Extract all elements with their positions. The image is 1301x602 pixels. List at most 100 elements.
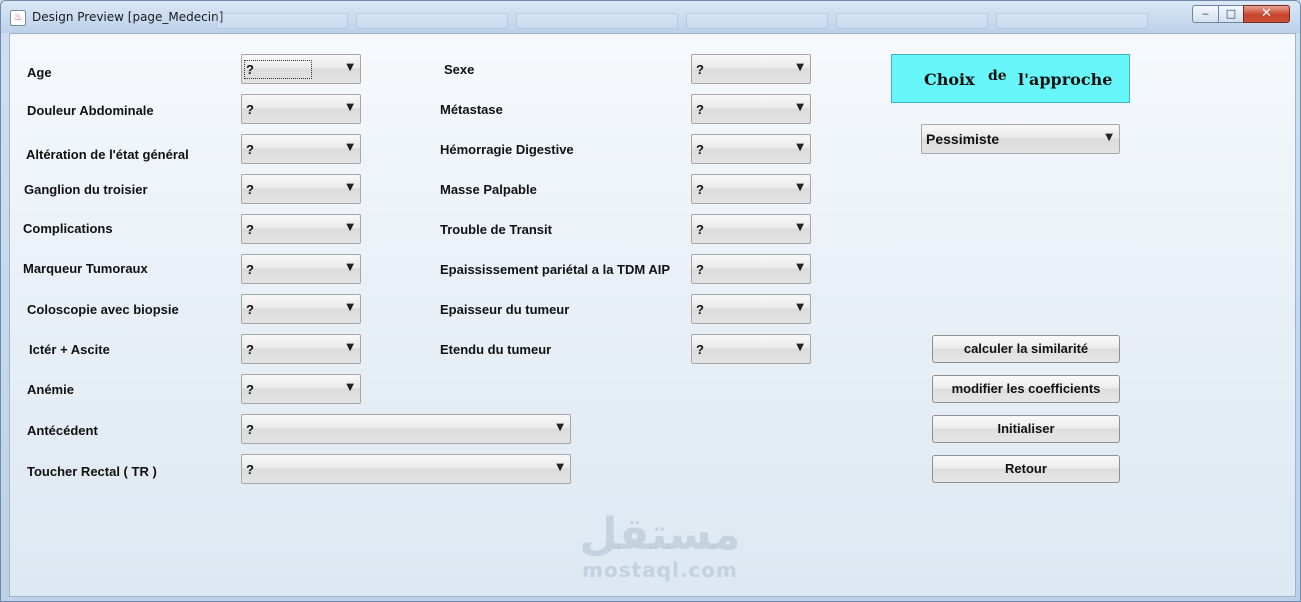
dropdown-arrow-icon: ▼ [796,62,804,73]
dropdown-arrow-icon: ▼ [346,222,354,233]
anemie-select[interactable]: ? ▼ [241,374,361,404]
back-button[interactable]: Retour [932,455,1120,483]
label-alteration-etat-general: Altération de l'état général [26,147,189,162]
label-hemorragie-digestive: Hémorragie Digestive [440,142,574,157]
ganglion-troisier-value: ? [246,182,254,197]
dropdown-arrow-icon: ▼ [556,462,564,473]
coloscopie-biopsie-select[interactable]: ? ▼ [241,294,361,324]
approach-select-value: Pessimiste [926,131,1000,147]
close-button[interactable]: ✕ [1243,5,1290,23]
hemorragie-digestive-select[interactable]: ? ▼ [691,134,811,164]
dropdown-arrow-icon: ▼ [346,382,354,393]
anemie-value: ? [246,382,254,397]
label-metastase: Métastase [440,102,503,117]
hemorragie-digestive-value: ? [696,142,704,157]
epaississement-parietal-value: ? [696,262,704,277]
marqueur-tumoraux-select[interactable]: ? ▼ [241,254,361,284]
trouble-transit-value: ? [696,222,704,237]
masse-palpable-value: ? [696,182,704,197]
ghost-tab [996,13,1148,29]
alteration-etat-general-value: ? [246,142,254,157]
douleur-abdominale-value: ? [246,102,254,117]
dropdown-arrow-icon: ▼ [556,422,564,433]
ghost-tab [356,13,508,29]
coloscopie-biopsie-value: ? [246,302,254,317]
approach-select[interactable]: Pessimiste ▼ [921,124,1120,154]
ganglion-troisier-select[interactable]: ? ▼ [241,174,361,204]
watermark-latin: mostaql.com [582,558,738,582]
label-coloscopie-biopsie: Coloscopie avec biopsie [27,302,179,317]
icter-ascite-value: ? [246,342,254,357]
dropdown-arrow-icon: ▼ [796,302,804,313]
age-select[interactable]: ? ▼ [241,54,361,84]
masse-palpable-select[interactable]: ? ▼ [691,174,811,204]
label-age: Age [27,65,52,80]
complications-select[interactable]: ? ▼ [241,214,361,244]
dropdown-arrow-icon: ▼ [346,262,354,273]
label-ganglion-troisier: Ganglion du troisier [24,182,148,197]
dropdown-arrow-icon: ▼ [346,62,354,73]
dropdown-arrow-icon: ▼ [796,342,804,353]
label-sexe: Sexe [444,62,475,77]
dropdown-arrow-icon: ▼ [1105,132,1113,143]
mostaql-watermark: مستقل mostaql.com [570,512,750,583]
dropdown-arrow-icon: ▼ [796,262,804,273]
epaississement-parietal-select[interactable]: ? ▼ [691,254,811,284]
label-icter-ascite: Ictér + Ascite [29,342,110,357]
initialize-button[interactable]: Initialiser [932,415,1120,443]
approach-word-de: de [988,68,1007,84]
complications-value: ? [246,222,254,237]
label-masse-palpable: Masse Palpable [440,182,537,197]
label-douleur-abdominale: Douleur Abdominale [27,103,154,118]
modify-coefficients-button[interactable]: modifier les coefficients [932,375,1120,403]
toucher-rectal-select[interactable]: ? ▼ [241,454,571,484]
maximize-button[interactable]: □ [1218,5,1244,23]
background-editor-tabs [216,13,1196,29]
form-panel: Age Douleur Abdominale Altération de l'é… [9,33,1296,597]
ghost-tab [516,13,678,29]
dropdown-arrow-icon: ▼ [346,142,354,153]
trouble-transit-select[interactable]: ? ▼ [691,214,811,244]
antecedent-select[interactable]: ? ▼ [241,414,571,444]
etendu-tumeur-value: ? [696,342,704,357]
approach-word-choix: Choix [924,70,975,89]
icter-ascite-select[interactable]: ? ▼ [241,334,361,364]
java-app-icon: ♨ [10,10,26,26]
metastase-value: ? [696,102,704,117]
app-window: ♨ Design Preview [page_Medecin] ‒ □ ✕ Ag… [0,0,1301,602]
label-etendu-tumeur: Etendu du tumeur [440,342,552,357]
ghost-tab [216,13,348,29]
window-title: Design Preview [page_Medecin] [32,10,224,24]
ghost-tab [836,13,988,29]
sexe-select[interactable]: ? ▼ [691,54,811,84]
dropdown-arrow-icon: ▼ [796,182,804,193]
label-epaississement-parietal: Epaississement pariétal a la TDM AIP [440,262,670,277]
epaisseur-tumeur-value: ? [696,302,704,317]
label-antecedent: Antécédent [27,423,98,438]
dropdown-arrow-icon: ▼ [346,102,354,113]
douleur-abdominale-select[interactable]: ? ▼ [241,94,361,124]
sexe-value: ? [696,62,704,77]
etendu-tumeur-select[interactable]: ? ▼ [691,334,811,364]
alteration-etat-general-select[interactable]: ? ▼ [241,134,361,164]
label-toucher-rectal: Toucher Rectal ( TR ) [27,464,157,479]
age-select-value: ? [244,60,312,79]
dropdown-arrow-icon: ▼ [346,182,354,193]
antecedent-value: ? [246,422,254,437]
epaisseur-tumeur-select[interactable]: ? ▼ [691,294,811,324]
dropdown-arrow-icon: ▼ [346,342,354,353]
title-bar[interactable]: ♨ Design Preview [page_Medecin] ‒ □ ✕ [1,1,1300,33]
metastase-select[interactable]: ? ▼ [691,94,811,124]
dropdown-arrow-icon: ▼ [796,222,804,233]
dropdown-arrow-icon: ▼ [346,302,354,313]
dropdown-arrow-icon: ▼ [796,102,804,113]
label-anemie: Anémie [27,382,74,397]
minimize-button[interactable]: ‒ [1192,5,1219,23]
label-epaisseur-tumeur: Epaisseur du tumeur [440,302,570,317]
label-marqueur-tumoraux: Marqueur Tumoraux [23,261,148,276]
calculate-similarity-button[interactable]: calculer la similarité [932,335,1120,363]
ghost-tab [686,13,828,29]
approach-word-approche: l'approche [1018,70,1113,89]
toucher-rectal-value: ? [246,462,254,477]
dropdown-arrow-icon: ▼ [796,142,804,153]
